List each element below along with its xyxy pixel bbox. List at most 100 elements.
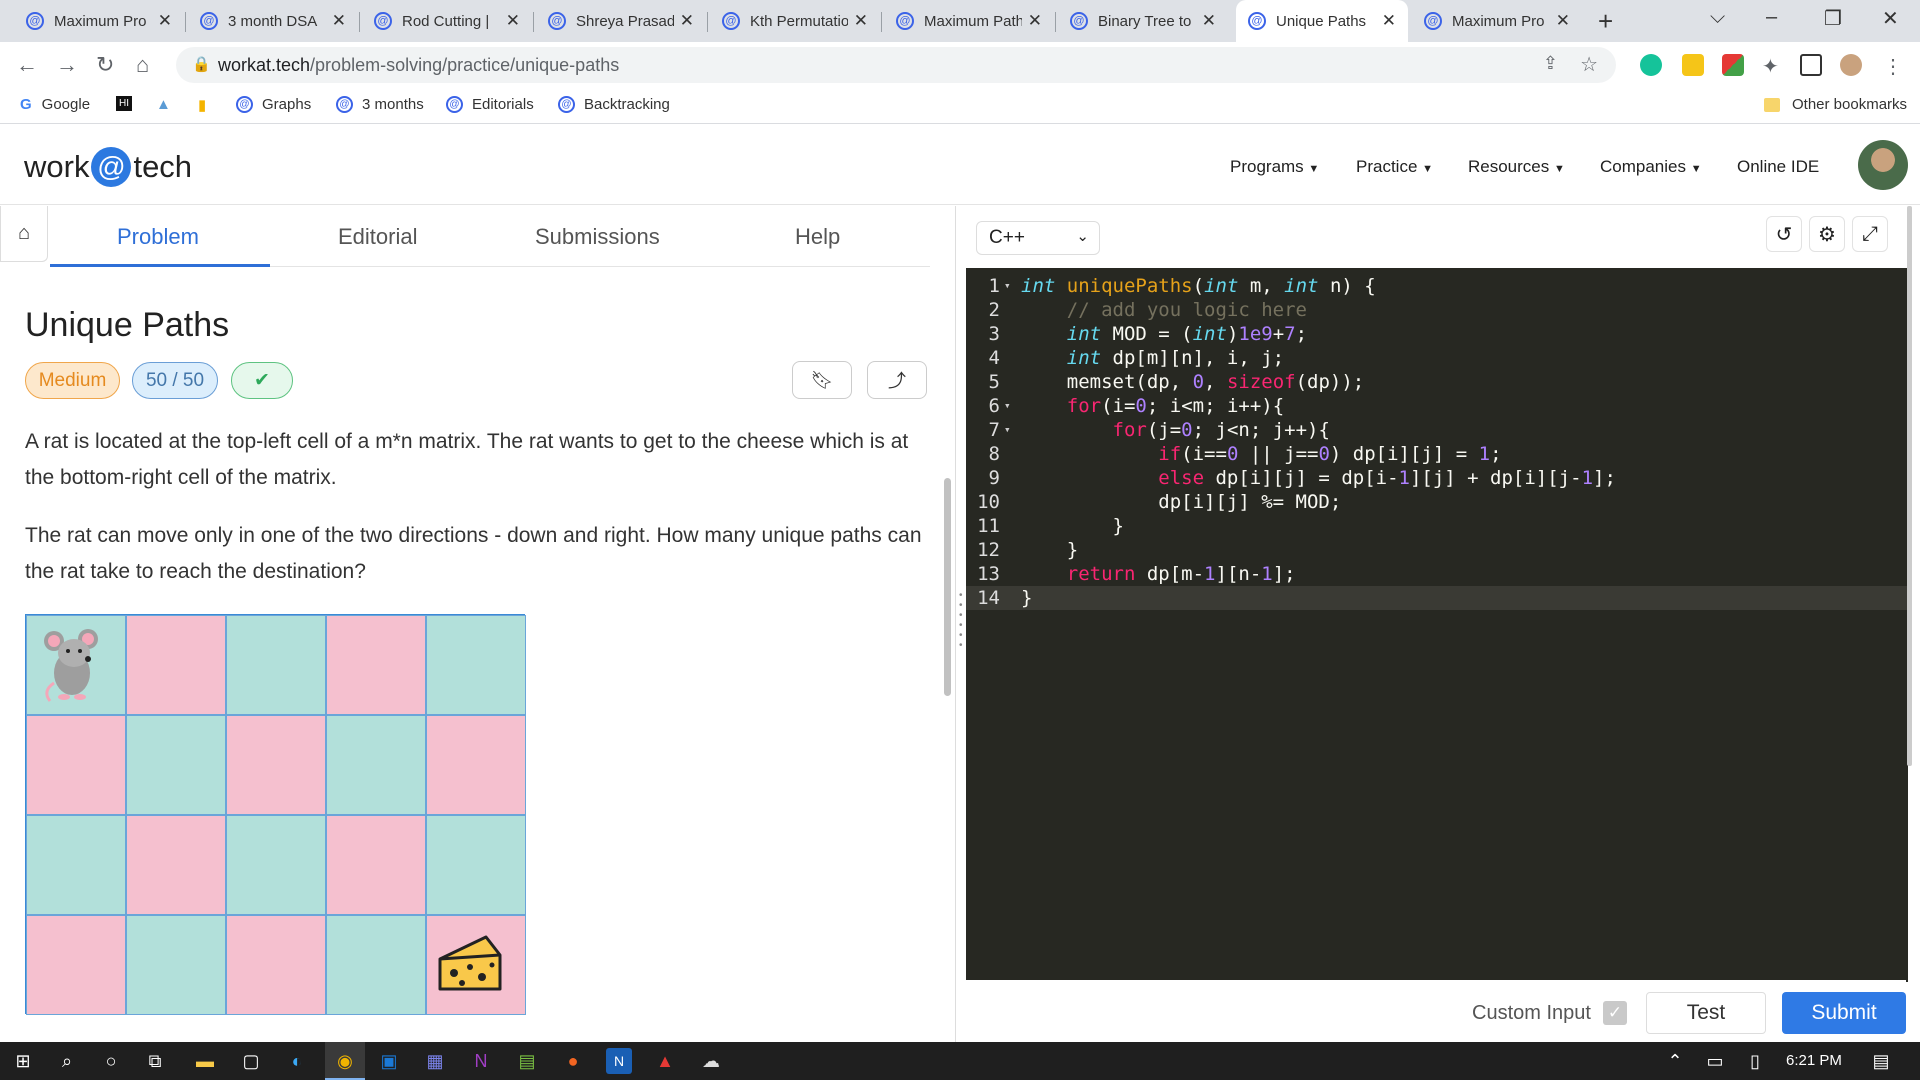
editor-settings-button[interactable]: ⚙: [1809, 216, 1845, 252]
code-line[interactable]: 10 dp[i][j] %= MOD;: [966, 490, 1908, 514]
bookmark-3-months[interactable]: @3 months: [336, 96, 424, 113]
user-avatar[interactable]: [1858, 140, 1908, 190]
browser-tab[interactable]: @ Kth Permutatio ✕: [710, 0, 880, 42]
close-tab-icon[interactable]: ✕: [1202, 11, 1216, 31]
close-tab-icon[interactable]: ✕: [332, 11, 346, 31]
checkbox-check-icon[interactable]: ✓: [1602, 1001, 1627, 1025]
code-editor[interactable]: 1 ▾ int uniquePaths(int m, int n) {2 // ad…: [966, 268, 1908, 982]
grammarly-extension-icon[interactable]: [1640, 54, 1662, 76]
onenote-icon[interactable]: N: [468, 1048, 494, 1074]
home-icon[interactable]: ⌂: [136, 52, 149, 78]
restore-icon[interactable]: ❐: [1824, 6, 1842, 31]
fold-arrow-icon[interactable]: ▾: [1004, 418, 1011, 442]
postman-icon[interactable]: ●: [560, 1048, 586, 1074]
scrollbar-thumb[interactable]: [944, 478, 951, 696]
browser-tab[interactable]: @ Rod Cutting | ✕: [362, 0, 532, 42]
bookmark-graphs[interactable]: @ Graphs: [236, 96, 311, 113]
store-icon[interactable]: ▢: [238, 1048, 264, 1074]
task-view-icon[interactable]: ⧉: [142, 1048, 168, 1074]
close-window-icon[interactable]: ✕: [1882, 6, 1899, 31]
submit-button[interactable]: Submit: [1782, 992, 1906, 1034]
tab-editorial[interactable]: Editorial: [338, 224, 417, 250]
code-line[interactable]: 4 int dp[m][n], i, j;: [966, 346, 1908, 370]
tab-help[interactable]: Help: [795, 224, 840, 250]
profile-avatar-icon[interactable]: [1840, 54, 1862, 76]
nav-programs[interactable]: Programs ▼: [1230, 157, 1319, 177]
close-tab-icon[interactable]: ✕: [680, 11, 694, 31]
panel-resize-handle[interactable]: • • • • • •: [955, 206, 965, 1042]
code-line[interactable]: 8 if(i==0 || j==0) dp[i][j] = 1;: [966, 442, 1908, 466]
outlook-icon[interactable]: ▣: [376, 1048, 402, 1074]
browser-tab[interactable]: @ Maximum Pro ✕: [14, 0, 184, 42]
tray-chevron-icon[interactable]: ⌃: [1662, 1048, 1688, 1074]
minimize-icon[interactable]: –: [1766, 6, 1777, 29]
close-tab-icon[interactable]: ✕: [1382, 11, 1396, 31]
tab-submissions[interactable]: Submissions: [535, 224, 660, 250]
reload-icon[interactable]: ↻: [96, 52, 114, 78]
code-line[interactable]: 5 memset(dp, 0, sizeof(dp));: [966, 370, 1908, 394]
close-tab-icon[interactable]: ✕: [854, 11, 868, 31]
code-line[interactable]: 7 ▾ for(j=0; j<n; j++){: [966, 418, 1908, 442]
close-tab-icon[interactable]: ✕: [158, 11, 172, 31]
new-tab-plus-icon[interactable]: +: [1598, 6, 1613, 37]
bookmark-google[interactable]: G Google: [20, 96, 90, 113]
share-button[interactable]: ⤴: [867, 361, 927, 399]
language-select[interactable]: C++ ⌄: [976, 221, 1100, 255]
search-icon[interactable]: ⌕: [54, 1048, 80, 1074]
bookmark-icon-only[interactable]: HI: [116, 96, 132, 111]
custom-input-toggle[interactable]: Custom Input ✓: [1472, 1001, 1627, 1025]
highlighter-extension-icon[interactable]: [1682, 54, 1704, 76]
nav-online-ide[interactable]: Online IDE: [1737, 157, 1819, 177]
windows-start-icon[interactable]: ⊞: [10, 1048, 36, 1074]
tab-problem[interactable]: Problem: [117, 224, 199, 250]
browser-tab[interactable]: @ Binary Tree to ✕: [1058, 0, 1228, 42]
nav-resources[interactable]: Resources ▼: [1468, 157, 1565, 177]
fold-arrow-icon[interactable]: ▾: [1004, 394, 1011, 418]
bookmark-icon-only[interactable]: ▮: [198, 96, 206, 114]
file-explorer-icon[interactable]: ▬: [192, 1048, 218, 1074]
bookmark-problem-button[interactable]: 🔖︎: [792, 361, 852, 399]
code-line[interactable]: 9 else dp[i][j] = dp[i-1][j] + dp[i][j-1…: [966, 466, 1908, 490]
color-extension-icon[interactable]: [1722, 54, 1744, 76]
close-tab-icon[interactable]: ✕: [1028, 11, 1042, 31]
browser-tab-active[interactable]: @ Unique Paths ✕: [1236, 0, 1408, 42]
reset-code-button[interactable]: ↺: [1766, 216, 1802, 252]
other-bookmarks[interactable]: Other bookmarks: [1764, 96, 1907, 113]
address-bar[interactable]: 🔒 workat.tech/problem-solving/practice/u…: [176, 47, 1616, 83]
code-line[interactable]: 12 }: [966, 538, 1908, 562]
fullscreen-button[interactable]: ⤢: [1852, 216, 1888, 252]
site-logo[interactable]: work @ tech: [24, 147, 192, 187]
forward-arrow-icon[interactable]: →: [56, 52, 78, 78]
chrome-icon[interactable]: ◉: [332, 1048, 358, 1074]
cortana-icon[interactable]: ○: [98, 1048, 124, 1074]
edge-icon[interactable]: ◐: [284, 1048, 310, 1074]
extensions-puzzle-icon[interactable]: ✦: [1762, 54, 1784, 78]
side-panel-icon[interactable]: [1800, 54, 1822, 76]
close-tab-icon[interactable]: ✕: [1556, 11, 1570, 31]
notifications-icon[interactable]: ▤: [1868, 1048, 1894, 1074]
bookmark-backtracking[interactable]: @ Backtracking: [558, 96, 670, 113]
nav-practice[interactable]: Practice ▼: [1356, 157, 1433, 177]
code-line[interactable]: 1 ▾ int uniquePaths(int m, int n) {: [966, 274, 1908, 298]
teams-icon[interactable]: ▦: [422, 1048, 448, 1074]
browser-tab[interactable]: @ Shreya Prasad ✕: [536, 0, 706, 42]
app-misc-icon[interactable]: ☁: [698, 1048, 724, 1074]
taskbar-clock[interactable]: 6:21 PM: [1786, 1052, 1842, 1069]
nav-companies[interactable]: Companies ▼: [1600, 157, 1702, 177]
fold-arrow-icon[interactable]: ▾: [1004, 274, 1011, 298]
tab-search-chevron-icon[interactable]: ⌵: [1710, 6, 1725, 29]
acrobat-icon[interactable]: ▲: [652, 1048, 678, 1074]
share-page-icon[interactable]: ⇪: [1543, 53, 1558, 74]
bookmark-icon-only[interactable]: ▲: [156, 96, 171, 113]
home-icon[interactable]: ⌂: [0, 206, 48, 262]
bookmark-editorials[interactable]: @ Editorials: [446, 96, 534, 113]
close-tab-icon[interactable]: ✕: [506, 11, 520, 31]
browser-tab[interactable]: @3 month DSA ✕: [188, 0, 358, 42]
code-line[interactable]: 6 ▾ for(i=0; i<m; i++){: [966, 394, 1908, 418]
browser-tab[interactable]: @ Maximum Path ✕: [884, 0, 1054, 42]
code-line[interactable]: 3 int MOD = (int)1e9+7;: [966, 322, 1908, 346]
code-line[interactable]: 14}: [966, 586, 1908, 610]
code-line[interactable]: 13 return dp[m-1][n-1];: [966, 562, 1908, 586]
browser-tab[interactable]: @ Maximum Pro ✕: [1412, 0, 1582, 42]
code-line[interactable]: 2 // add you logic here: [966, 298, 1908, 322]
